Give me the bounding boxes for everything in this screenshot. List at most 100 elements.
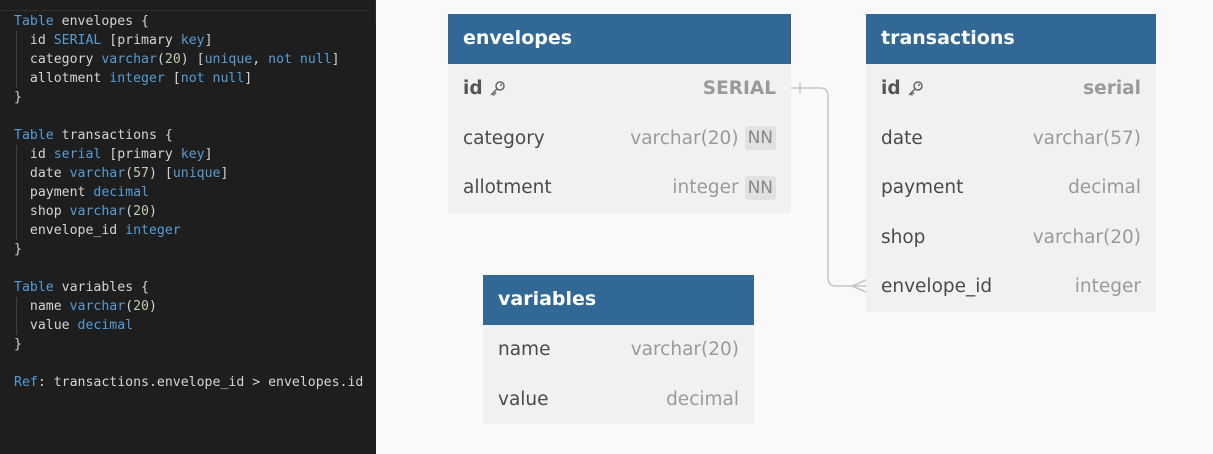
field-row-id[interactable]: id SERIAL — [448, 64, 791, 114]
code-token: ] — [331, 52, 340, 67]
code-token: varchar — [69, 204, 126, 219]
code-line: id SERIAL [primary key] — [14, 31, 363, 50]
code-token: ) [ — [180, 52, 205, 67]
code-token: ] — [220, 166, 229, 181]
code-token: key — [180, 147, 205, 162]
field-type: varchar(57) — [1033, 128, 1141, 149]
code-token: Table — [14, 128, 54, 143]
field-type: decimal — [1068, 177, 1141, 198]
code-token: } — [14, 337, 22, 352]
field-row-envelope_id[interactable]: envelope_id integer — [866, 262, 1156, 312]
field-name-label: id — [881, 78, 901, 100]
code-line: shop varchar(20) — [14, 202, 363, 221]
editor-divider — [0, 10, 370, 11]
code-token: value — [14, 318, 78, 333]
code-token: payment — [14, 185, 94, 200]
code-token: , — [252, 52, 269, 67]
field-type-label: varchar(20) — [630, 339, 739, 361]
code-token: unique — [204, 52, 253, 67]
not-null-badge: NN — [744, 126, 776, 151]
field-type: serial — [1083, 78, 1141, 99]
field-type-label: varchar(20) — [630, 127, 739, 149]
field-type-label: serial — [1083, 78, 1141, 100]
field-name: envelope_id — [881, 276, 992, 297]
code-line: allotment integer [not null] — [14, 69, 363, 88]
field-name: shop — [881, 227, 925, 248]
code-line: envelope_id integer — [14, 221, 363, 240]
diagram-canvas[interactable]: envelopes id SERIAL category varchar(20) NN a… — [376, 0, 1213, 454]
code-token: 20 — [133, 204, 149, 219]
code-token: not null — [180, 71, 245, 86]
table-header[interactable]: variables — [483, 275, 754, 325]
field-name: date — [881, 128, 923, 149]
field-name: name — [498, 339, 550, 360]
code-token: } — [14, 90, 22, 105]
field-name-label: date — [881, 127, 923, 149]
table-header[interactable]: transactions — [866, 14, 1156, 64]
table-header[interactable]: envelopes — [448, 14, 791, 64]
code-line: category varchar(20) [unique, not null] — [14, 50, 363, 69]
code-line: date varchar(57) [unique] — [14, 164, 363, 183]
code-token: : transactions.envelope_id > envelopes.i… — [37, 375, 364, 390]
code-line: } — [14, 335, 363, 354]
code-token: ] — [204, 33, 213, 48]
code-lines: Table envelopes { id SERIAL [primary key… — [14, 12, 363, 392]
not-null-badge: NN — [744, 175, 776, 200]
code-token: not null — [268, 52, 332, 67]
key-icon — [907, 80, 924, 97]
code-line: payment decimal — [14, 183, 363, 202]
field-row-id[interactable]: id serial — [866, 64, 1156, 114]
code-token: 57 — [133, 166, 149, 181]
field-type: varchar(20) NN — [630, 126, 776, 151]
code-token: shop — [14, 204, 70, 219]
field-row-value[interactable]: value decimal — [483, 374, 754, 424]
table-variables[interactable]: variables name varchar(20) value decimal — [483, 275, 754, 424]
code-token: [ — [101, 147, 118, 162]
code-token: varchar — [69, 166, 126, 181]
code-token: ( — [125, 166, 134, 181]
code-token: ] — [204, 147, 213, 162]
code-line: } — [14, 240, 363, 259]
field-row-date[interactable]: date varchar(57) — [866, 113, 1156, 163]
field-type: decimal — [666, 389, 739, 410]
field-type: varchar(20) — [631, 339, 739, 360]
code-token: ( — [125, 204, 134, 219]
code-token: Table — [14, 14, 54, 29]
code-token: integer — [109, 71, 165, 86]
field-name: category — [463, 128, 545, 149]
field-row-shop[interactable]: shop varchar(20) — [866, 212, 1156, 262]
field-row-allotment[interactable]: allotment integer NN — [448, 163, 791, 213]
field-name: payment — [881, 177, 963, 198]
field-row-name[interactable]: name varchar(20) — [483, 325, 754, 375]
code-token: category — [14, 52, 102, 67]
code-token: id — [14, 147, 54, 162]
field-type-label: varchar(20) — [1032, 226, 1141, 248]
code-line: Table variables { — [14, 278, 363, 297]
code-token: id — [14, 33, 54, 48]
field-row-payment[interactable]: payment decimal — [866, 163, 1156, 213]
field-row-category[interactable]: category varchar(20) NN — [448, 113, 791, 163]
code-token: ) — [149, 299, 157, 314]
field-name-label: envelope_id — [881, 276, 993, 298]
field-name: id — [463, 78, 506, 99]
code-line: value decimal — [14, 316, 363, 335]
table-transactions[interactable]: transactions id serial date varchar(57) paym… — [866, 14, 1156, 312]
field-name-label: shop — [881, 226, 926, 248]
table-envelopes[interactable]: envelopes id SERIAL category varchar(20) NN a… — [448, 14, 791, 213]
code-token: unique — [172, 166, 221, 181]
code-token: } — [14, 242, 22, 257]
code-token: ( — [156, 52, 165, 67]
code-token: transactions { — [53, 128, 173, 143]
code-token: SERIAL — [53, 33, 102, 48]
field-type: integer NN — [672, 175, 776, 200]
code-editor[interactable]: Table envelopes { id SERIAL [primary key… — [0, 0, 376, 454]
code-token: [ — [101, 33, 118, 48]
code-token: decimal — [93, 185, 149, 200]
field-name-label: payment — [881, 177, 964, 199]
code-token: Table — [14, 280, 54, 295]
code-line: name varchar(20) — [14, 297, 363, 316]
